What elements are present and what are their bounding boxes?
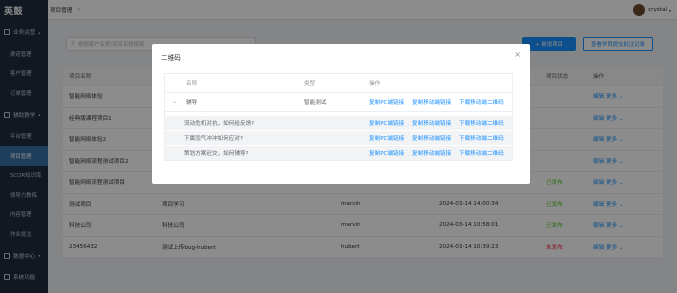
download-qr-code[interactable]: 下载移动端二维码 [459, 136, 504, 142]
cell-name: 流动危机对抗，如何给反馈? [184, 121, 255, 127]
qr-row-child: 策划方案迟交，如何辅导? 复制PC端链接 复制移动端链接 下载移动端二维码 [165, 146, 512, 160]
header-type: 类型 [304, 81, 316, 87]
copy-pc-link[interactable]: 复制PC端链接 [369, 136, 404, 142]
close-icon[interactable]: × [514, 50, 521, 59]
qr-row-parent: ⌄ 辅导 智能测试 复制PC端链接 复制移动端链接 下载移动端二维码 [165, 93, 512, 112]
row-links: 复制PC端链接 复制移动端链接 下载移动端二维码 [366, 134, 512, 142]
cell-name: 辅导 [186, 100, 198, 106]
chevron-down-icon[interactable]: ⌄ [165, 99, 184, 105]
copy-pc-link[interactable]: 复制PC端链接 [369, 100, 404, 106]
copy-mobile-link[interactable]: 复制移动端链接 [412, 100, 451, 106]
qr-row-child: 下属怨气冲冲如何应对? 复制PC端链接 复制移动端链接 下载移动端二维码 [165, 131, 512, 145]
copy-mobile-link[interactable]: 复制移动端链接 [412, 121, 451, 127]
dialog-title: 二维码 [161, 54, 181, 62]
header-name: 名称 [186, 81, 198, 87]
cell-type: 智能测试 [304, 100, 327, 106]
download-qr-code[interactable]: 下载移动端二维码 [459, 151, 504, 157]
cell-name: 策划方案迟交，如何辅导? [184, 151, 249, 157]
copy-pc-link[interactable]: 复制PC端链接 [369, 121, 404, 127]
cell-name: 下属怨气冲冲如何应对? [184, 136, 243, 142]
copy-mobile-link[interactable]: 复制移动端链接 [412, 136, 451, 142]
row-links: 复制PC端链接 复制移动端链接 下载移动端二维码 [366, 119, 512, 127]
qr-table: 名称 类型 操作 ⌄ 辅导 智能测试 复制PC端链接 复制移动端链接 下载移动端… [164, 73, 513, 161]
qr-table-header: 名称 类型 操作 [165, 74, 512, 93]
qr-row-child: 流动危机对抗，如何给反馈? 复制PC端链接 复制移动端链接 下载移动端二维码 [165, 116, 512, 130]
row-links: 复制PC端链接 复制移动端链接 下载移动端二维码 [366, 98, 512, 106]
copy-pc-link[interactable]: 复制PC端链接 [369, 151, 404, 157]
copy-mobile-link[interactable]: 复制移动端链接 [412, 151, 451, 157]
qr-code-dialog: 二维码 × 名称 类型 操作 ⌄ 辅导 智能测试 复制PC端链接 复制移动端链接… [152, 44, 530, 184]
row-links: 复制PC端链接 复制移动端链接 下载移动端二维码 [366, 149, 512, 157]
download-qr-code[interactable]: 下载移动端二维码 [459, 100, 504, 106]
header-ops: 操作 [369, 81, 381, 87]
download-qr-code[interactable]: 下载移动端二维码 [459, 121, 504, 127]
